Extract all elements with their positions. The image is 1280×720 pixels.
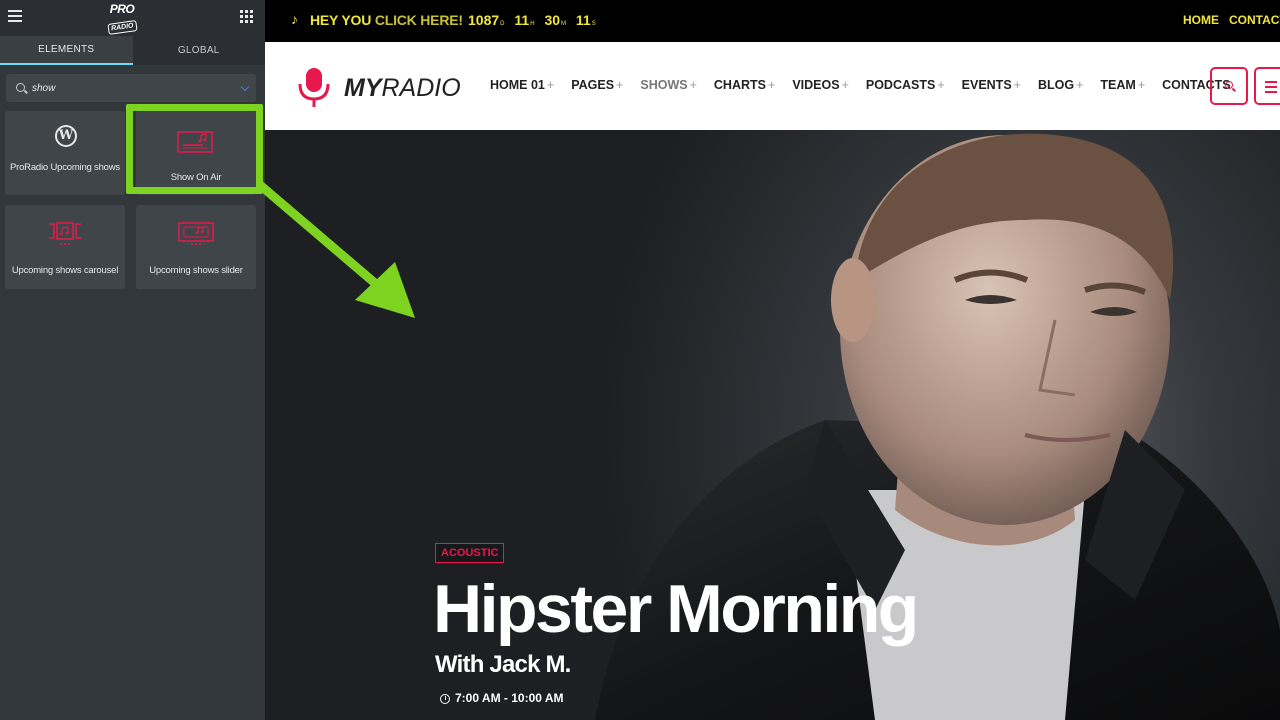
- search-icon: [16, 83, 25, 92]
- editor-header: PRO RADIO: [0, 0, 265, 36]
- menu-item-shows[interactable]: SHOWS +: [640, 78, 697, 92]
- countdown-seconds: 11: [575, 12, 591, 28]
- slider-icon: [178, 222, 214, 245]
- countdown-unit: S: [591, 21, 596, 27]
- main-navbar: MYRADIO HOME 01 + PAGES + SHOWS + CHARTS + V…: [265, 42, 1280, 130]
- countdown-days: 1087: [468, 12, 500, 28]
- countdown-unit: D: [500, 21, 505, 27]
- music-note-icon: ♪: [291, 11, 298, 27]
- site-brand[interactable]: MYRADIO: [344, 74, 461, 103]
- annotation-arrow: [257, 181, 415, 318]
- menu-item-podcasts[interactable]: PODCASTS +: [866, 78, 945, 92]
- widget-label: Upcoming shows carousel: [11, 265, 119, 276]
- search-button[interactable]: [1210, 67, 1248, 105]
- proradio-logo: PRO RADIO: [102, 3, 142, 35]
- countdown-minutes: 30: [544, 12, 561, 28]
- menu-item-events[interactable]: EVENTS +: [962, 78, 1021, 92]
- show-time: 7:00 AM - 10:00 AM: [455, 691, 564, 705]
- top-link-contacts[interactable]: CONTACTS: [1229, 13, 1280, 27]
- countdown-hours: 11: [514, 12, 530, 28]
- menu-item-blog[interactable]: BLOG +: [1038, 78, 1083, 92]
- brand-light: RADIO: [381, 74, 461, 102]
- highlight-box: [126, 104, 263, 194]
- menu-item-videos[interactable]: VIDEOS +: [792, 78, 849, 92]
- hamburger-menu-icon[interactable]: [8, 10, 22, 22]
- site-preview: ♪ HEY YOU CLICK HERE! 1087D 11H 30M 11S …: [265, 0, 1280, 720]
- menu-item-charts[interactable]: CHARTS +: [714, 78, 775, 92]
- brand-bold: MY: [344, 74, 382, 102]
- tab-elements[interactable]: ELEMENTS: [0, 36, 133, 65]
- widget-proradio-upcoming-shows[interactable]: W ProRadio Upcoming shows: [5, 111, 125, 195]
- microphone-logo-icon: [298, 68, 330, 107]
- widget-search: [6, 74, 256, 102]
- widget-label: Upcoming shows slider: [149, 265, 243, 276]
- countdown-unit: M: [561, 21, 567, 27]
- menu-toggle-button[interactable]: [1254, 67, 1280, 105]
- ticker-text: HEY YOU: [310, 12, 372, 28]
- clock-icon: [440, 694, 450, 704]
- show-host: With Jack M.: [435, 651, 571, 678]
- ticker-link[interactable]: CLICK HERE!: [375, 12, 463, 28]
- panel-tabs: ELEMENTS GLOBAL: [0, 36, 265, 65]
- widget-upcoming-shows-carousel[interactable]: Upcoming shows carousel: [5, 205, 125, 289]
- top-bar: ♪ HEY YOU CLICK HERE! 1087D 11H 30M 11S …: [265, 0, 1280, 42]
- ticker: HEY YOU CLICK HERE!: [310, 12, 463, 28]
- chevron-down-icon[interactable]: [240, 82, 250, 92]
- wordpress-icon: W: [55, 125, 77, 147]
- countdown: 1087D 11H 30M 11S: [468, 12, 602, 28]
- widget-search-input[interactable]: [32, 80, 232, 96]
- apps-grid-icon[interactable]: [240, 10, 253, 23]
- top-link-home[interactable]: HOME: [1183, 13, 1219, 27]
- editor-sidebar: PRO RADIO ELEMENTS GLOBAL W ProRadio Upc…: [0, 0, 265, 720]
- menu-item-home[interactable]: HOME 01 +: [490, 78, 554, 92]
- genre-tag[interactable]: ACOUSTIC: [435, 543, 505, 563]
- show-title[interactable]: Hipster Morning: [433, 570, 919, 648]
- top-links: HOME CONTACTS: [1183, 13, 1280, 27]
- carousel-icon: [49, 222, 81, 245]
- menu-item-pages[interactable]: PAGES +: [571, 78, 623, 92]
- widget-upcoming-shows-slider[interactable]: Upcoming shows slider: [136, 205, 256, 289]
- tab-global[interactable]: GLOBAL: [132, 36, 265, 65]
- main-menu: HOME 01 + PAGES + SHOWS + CHARTS + VIDEOS + P…: [490, 78, 1248, 92]
- menu-item-team[interactable]: TEAM +: [1100, 78, 1145, 92]
- countdown-unit: H: [530, 21, 535, 27]
- widget-label: ProRadio Upcoming shows: [10, 162, 120, 173]
